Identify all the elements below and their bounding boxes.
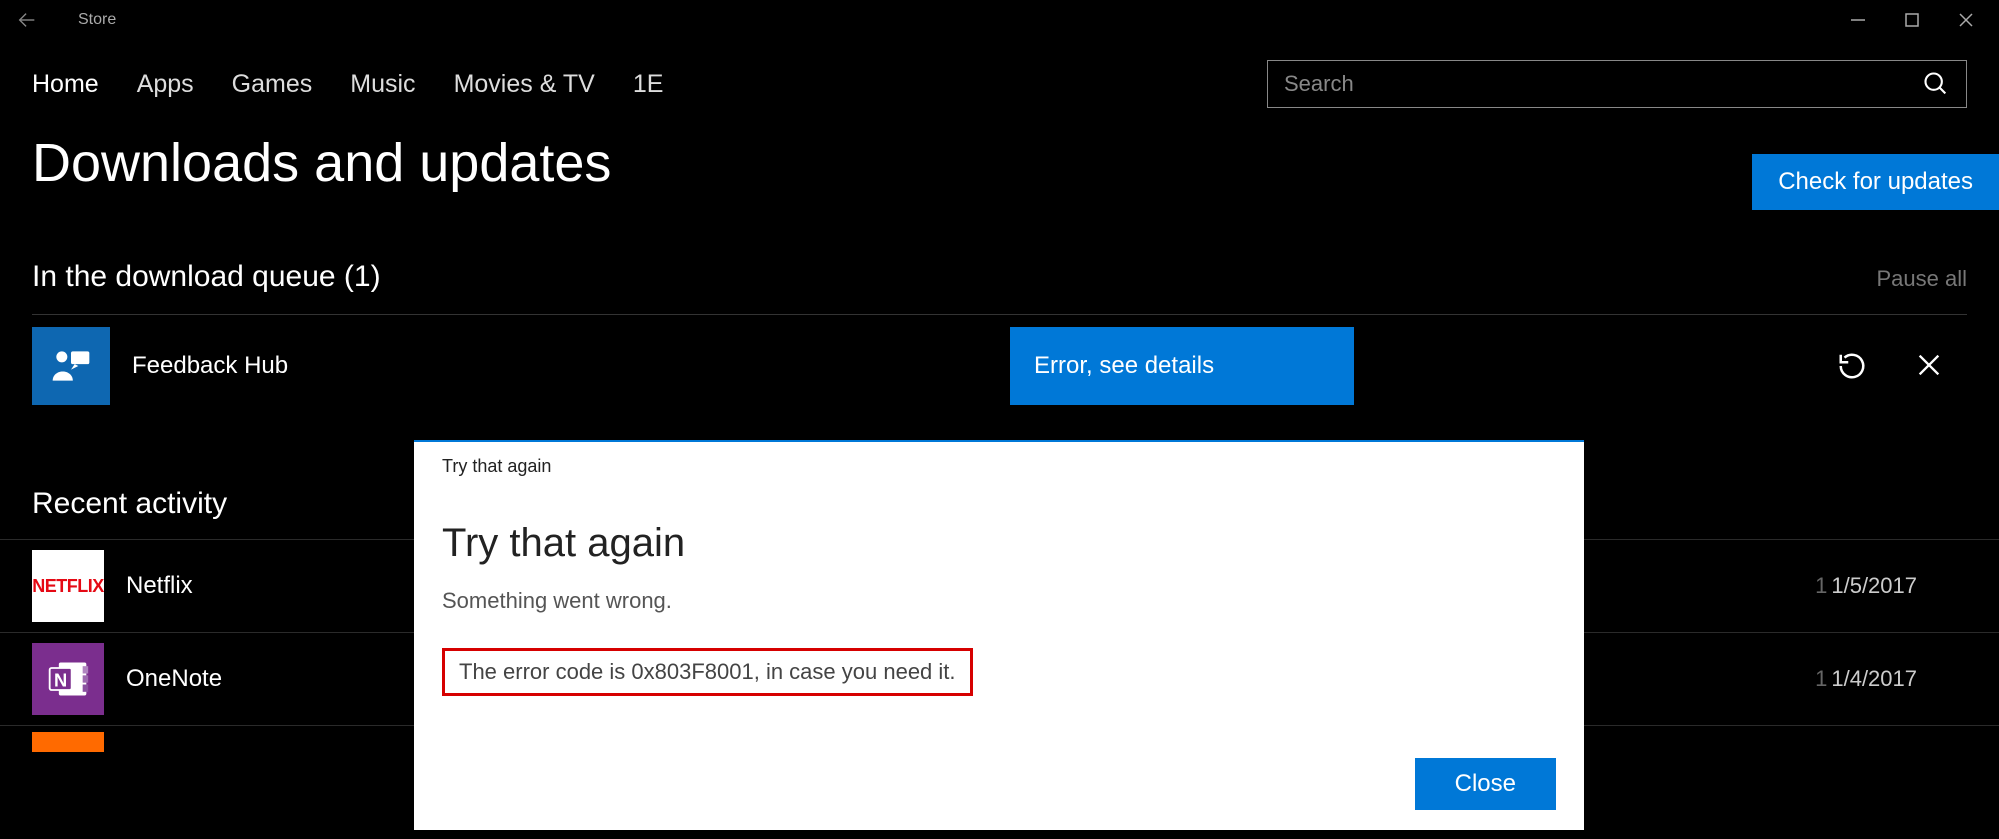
dialog-title: Try that again <box>442 521 1556 566</box>
search-icon <box>1922 70 1950 98</box>
recent-item-date: 11/4/2017 <box>1815 666 1967 692</box>
feedback-hub-icon <box>32 327 110 405</box>
queue-header: In the download queue (1) Pause all <box>0 212 1999 314</box>
nav-item-games[interactable]: Games <box>232 70 313 99</box>
close-button[interactable]: Close <box>1415 758 1556 810</box>
nav-item-music[interactable]: Music <box>350 70 415 99</box>
onenote-icon: N <box>32 643 104 715</box>
recent-item-date: 11/5/2017 <box>1815 573 1967 599</box>
status-error-button[interactable]: Error, see details <box>1010 327 1354 405</box>
nav-items: Home Apps Games Music Movies & TV 1E <box>32 70 663 99</box>
titlebar: Store <box>0 0 1999 40</box>
dialog-subtitle: Something went wrong. <box>442 588 1556 614</box>
queue-item-name: Feedback Hub <box>132 352 288 380</box>
partial-app-icon <box>32 732 104 752</box>
dialog-footer: Close <box>442 758 1556 810</box>
queue-item: Feedback Hub Error, see details <box>0 315 1999 417</box>
titlebar-left: Store <box>16 9 116 31</box>
queue-title: In the download queue (1) <box>32 260 381 294</box>
recent-item-name: Netflix <box>126 572 193 600</box>
netflix-icon: NETFLIX <box>32 550 104 622</box>
minimize-icon[interactable] <box>1849 11 1867 29</box>
window-controls <box>1849 11 1983 29</box>
queue-item-actions <box>1837 351 1967 381</box>
close-window-icon[interactable] <box>1957 11 1975 29</box>
nav-item-home[interactable]: Home <box>32 70 99 99</box>
back-icon[interactable] <box>16 9 38 31</box>
nav-bar: Home Apps Games Music Movies & TV 1E Sea… <box>0 40 1999 132</box>
pause-all-button[interactable]: Pause all <box>1876 266 1967 292</box>
svg-text:N: N <box>54 669 67 690</box>
maximize-icon[interactable] <box>1903 11 1921 29</box>
nav-item-movies[interactable]: Movies & TV <box>454 70 595 99</box>
error-dialog: Try that again Try that again Something … <box>414 440 1584 830</box>
nav-item-1e[interactable]: 1E <box>633 70 664 99</box>
nav-right: Search <box>1267 60 1967 108</box>
app-title: Store <box>78 11 116 29</box>
search-input[interactable]: Search <box>1267 60 1967 108</box>
page-title: Downloads and updates <box>0 132 1999 212</box>
check-updates-button[interactable]: Check for updates <box>1752 154 1999 210</box>
dialog-small-title: Try that again <box>442 456 1556 477</box>
nav-item-apps[interactable]: Apps <box>137 70 194 99</box>
cancel-icon[interactable] <box>1915 351 1943 381</box>
search-placeholder: Search <box>1284 71 1354 97</box>
dialog-error-code: The error code is 0x803F8001, in case yo… <box>442 648 973 696</box>
recent-item-name: OneNote <box>126 665 222 693</box>
retry-icon[interactable] <box>1837 351 1867 381</box>
